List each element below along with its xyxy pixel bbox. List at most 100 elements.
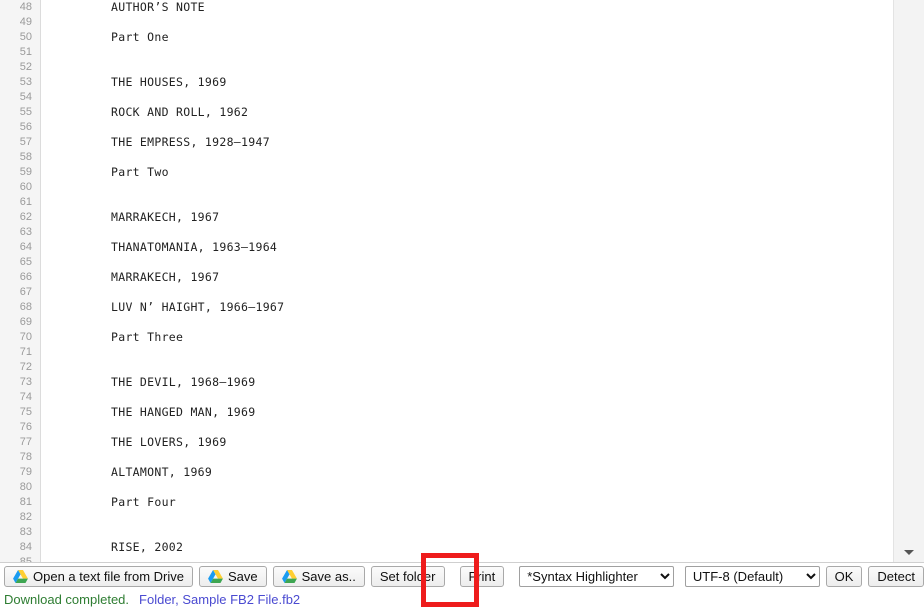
code-line[interactable] [42, 450, 892, 465]
code-line[interactable]: THE HOUSES, 1969 [42, 75, 892, 90]
status-bar: Download completed. Folder, Sample FB2 F… [4, 590, 300, 608]
line-number: 80 [19, 481, 32, 493]
bottom-toolbar: Open a text file from Drive Save Save as… [0, 564, 924, 589]
google-drive-icon [208, 570, 223, 583]
ok-button[interactable]: OK [825, 566, 863, 587]
code-line[interactable]: AUTHOR’S NOTE [42, 0, 892, 15]
code-line[interactable] [42, 45, 892, 60]
ok-button-label: OK [834, 569, 854, 584]
code-line[interactable]: Part Two [42, 165, 892, 180]
code-line[interactable] [42, 60, 892, 75]
save-button[interactable]: Save [199, 566, 267, 587]
line-number: 53 [19, 76, 32, 88]
print-button[interactable]: Print [459, 566, 505, 587]
code-line[interactable] [42, 225, 892, 240]
line-number: 66 [19, 271, 32, 283]
line-number: 48 [19, 1, 32, 13]
line-number: 54 [19, 91, 32, 103]
code-line[interactable] [42, 345, 892, 360]
syntax-highlighter-select[interactable]: *Syntax Highlighter [519, 566, 674, 587]
code-line[interactable]: Part Four [42, 495, 892, 510]
line-number: 69 [19, 316, 32, 328]
code-line[interactable] [42, 195, 892, 210]
code-line[interactable]: THANATOMANIA, 1963–1964 [42, 240, 892, 255]
line-number: 58 [19, 151, 32, 163]
encoding-select[interactable]: UTF-8 (Default) [684, 566, 820, 587]
code-line[interactable] [42, 390, 892, 405]
code-line[interactable]: RISE, 2002 [42, 540, 892, 555]
line-number: 61 [19, 196, 32, 208]
set-folder-button-label: Set folder [379, 569, 436, 584]
code-line[interactable] [42, 315, 892, 330]
line-number: 65 [19, 256, 32, 268]
line-number: 62 [19, 211, 32, 223]
code-line[interactable]: THE LOVERS, 1969 [42, 435, 892, 450]
code-line[interactable] [42, 15, 892, 30]
status-file-link[interactable]: Folder, Sample FB2 File.fb2 [139, 592, 300, 607]
line-number: 73 [19, 376, 32, 388]
code-content-area[interactable]: AUTHOR’S NOTE Part One THE HOUSES, 1969 ROC… [42, 0, 892, 563]
line-number: 83 [19, 526, 32, 538]
code-line[interactable] [42, 360, 892, 375]
code-line[interactable] [42, 285, 892, 300]
code-line[interactable]: ROCK AND ROLL, 1962 [42, 105, 892, 120]
code-line[interactable] [42, 90, 892, 105]
code-line[interactable]: Part Three [42, 330, 892, 345]
line-number-gutter: 48 49 50 51 52 53 54 55 56 57 58 59 60 61 62 63 64 65 66 67… [0, 0, 41, 563]
line-number: 70 [19, 331, 32, 343]
code-line[interactable] [42, 180, 892, 195]
code-line[interactable] [42, 420, 892, 435]
code-line[interactable] [42, 480, 892, 495]
code-line[interactable] [42, 510, 892, 525]
code-line[interactable]: Part One [42, 30, 892, 45]
line-number: 84 [19, 541, 32, 553]
editor-right-strip[interactable] [893, 0, 924, 563]
line-number: 49 [19, 16, 32, 28]
line-number: 64 [19, 241, 32, 253]
line-number: 74 [19, 391, 32, 403]
status-message: Download completed. [4, 591, 130, 607]
code-line[interactable] [42, 255, 892, 270]
line-number: 77 [19, 436, 32, 448]
line-number: 59 [19, 166, 32, 178]
line-number: 52 [19, 61, 32, 73]
line-number: 63 [19, 226, 32, 238]
line-number: 68 [19, 301, 32, 313]
code-line[interactable] [42, 525, 892, 540]
text-editor[interactable]: 48 49 50 51 52 53 54 55 56 57 58 59 60 61 62 63 64 65 66 67… [0, 0, 924, 563]
save-button-label: Save [228, 569, 258, 584]
detect-button-label: Detect [877, 569, 915, 584]
line-number: 75 [19, 406, 32, 418]
code-line[interactable]: ALTAMONT, 1969 [42, 465, 892, 480]
code-line[interactable]: THE EMPRESS, 1928–1947 [42, 135, 892, 150]
line-number: 81 [19, 496, 32, 508]
line-number: 56 [19, 121, 32, 133]
detect-button[interactable]: Detect [868, 566, 924, 587]
open-text-file-from-drive-button[interactable]: Open a text file from Drive [4, 566, 193, 587]
line-number: 50 [19, 31, 32, 43]
line-number: 79 [19, 466, 32, 478]
line-number: 82 [19, 511, 32, 523]
line-number: 78 [19, 451, 32, 463]
line-number: 72 [19, 361, 32, 373]
code-line[interactable] [42, 150, 892, 165]
google-drive-icon [13, 570, 28, 583]
editor-bottom-divider [0, 562, 924, 563]
line-number: 57 [19, 136, 32, 148]
code-line[interactable] [42, 120, 892, 135]
open-button-label: Open a text file from Drive [33, 569, 184, 584]
code-line[interactable]: THE HANGED MAN, 1969 [42, 405, 892, 420]
chevron-down-icon[interactable] [904, 550, 914, 555]
line-number: 76 [19, 421, 32, 433]
code-line[interactable]: MARRAKECH, 1967 [42, 270, 892, 285]
code-line[interactable]: MARRAKECH, 1967 [42, 210, 892, 225]
print-button-label: Print [468, 569, 496, 584]
code-line[interactable]: LUV N’ HAIGHT, 1966–1967 [42, 300, 892, 315]
line-number: 71 [19, 346, 32, 358]
line-number: 55 [19, 106, 32, 118]
set-folder-button[interactable]: Set folder [370, 566, 445, 587]
google-drive-icon [281, 570, 297, 583]
save-as-button[interactable]: Save as.. [272, 566, 365, 587]
code-line[interactable]: THE DEVIL, 1968–1969 [42, 375, 892, 390]
line-number: 67 [19, 286, 32, 298]
